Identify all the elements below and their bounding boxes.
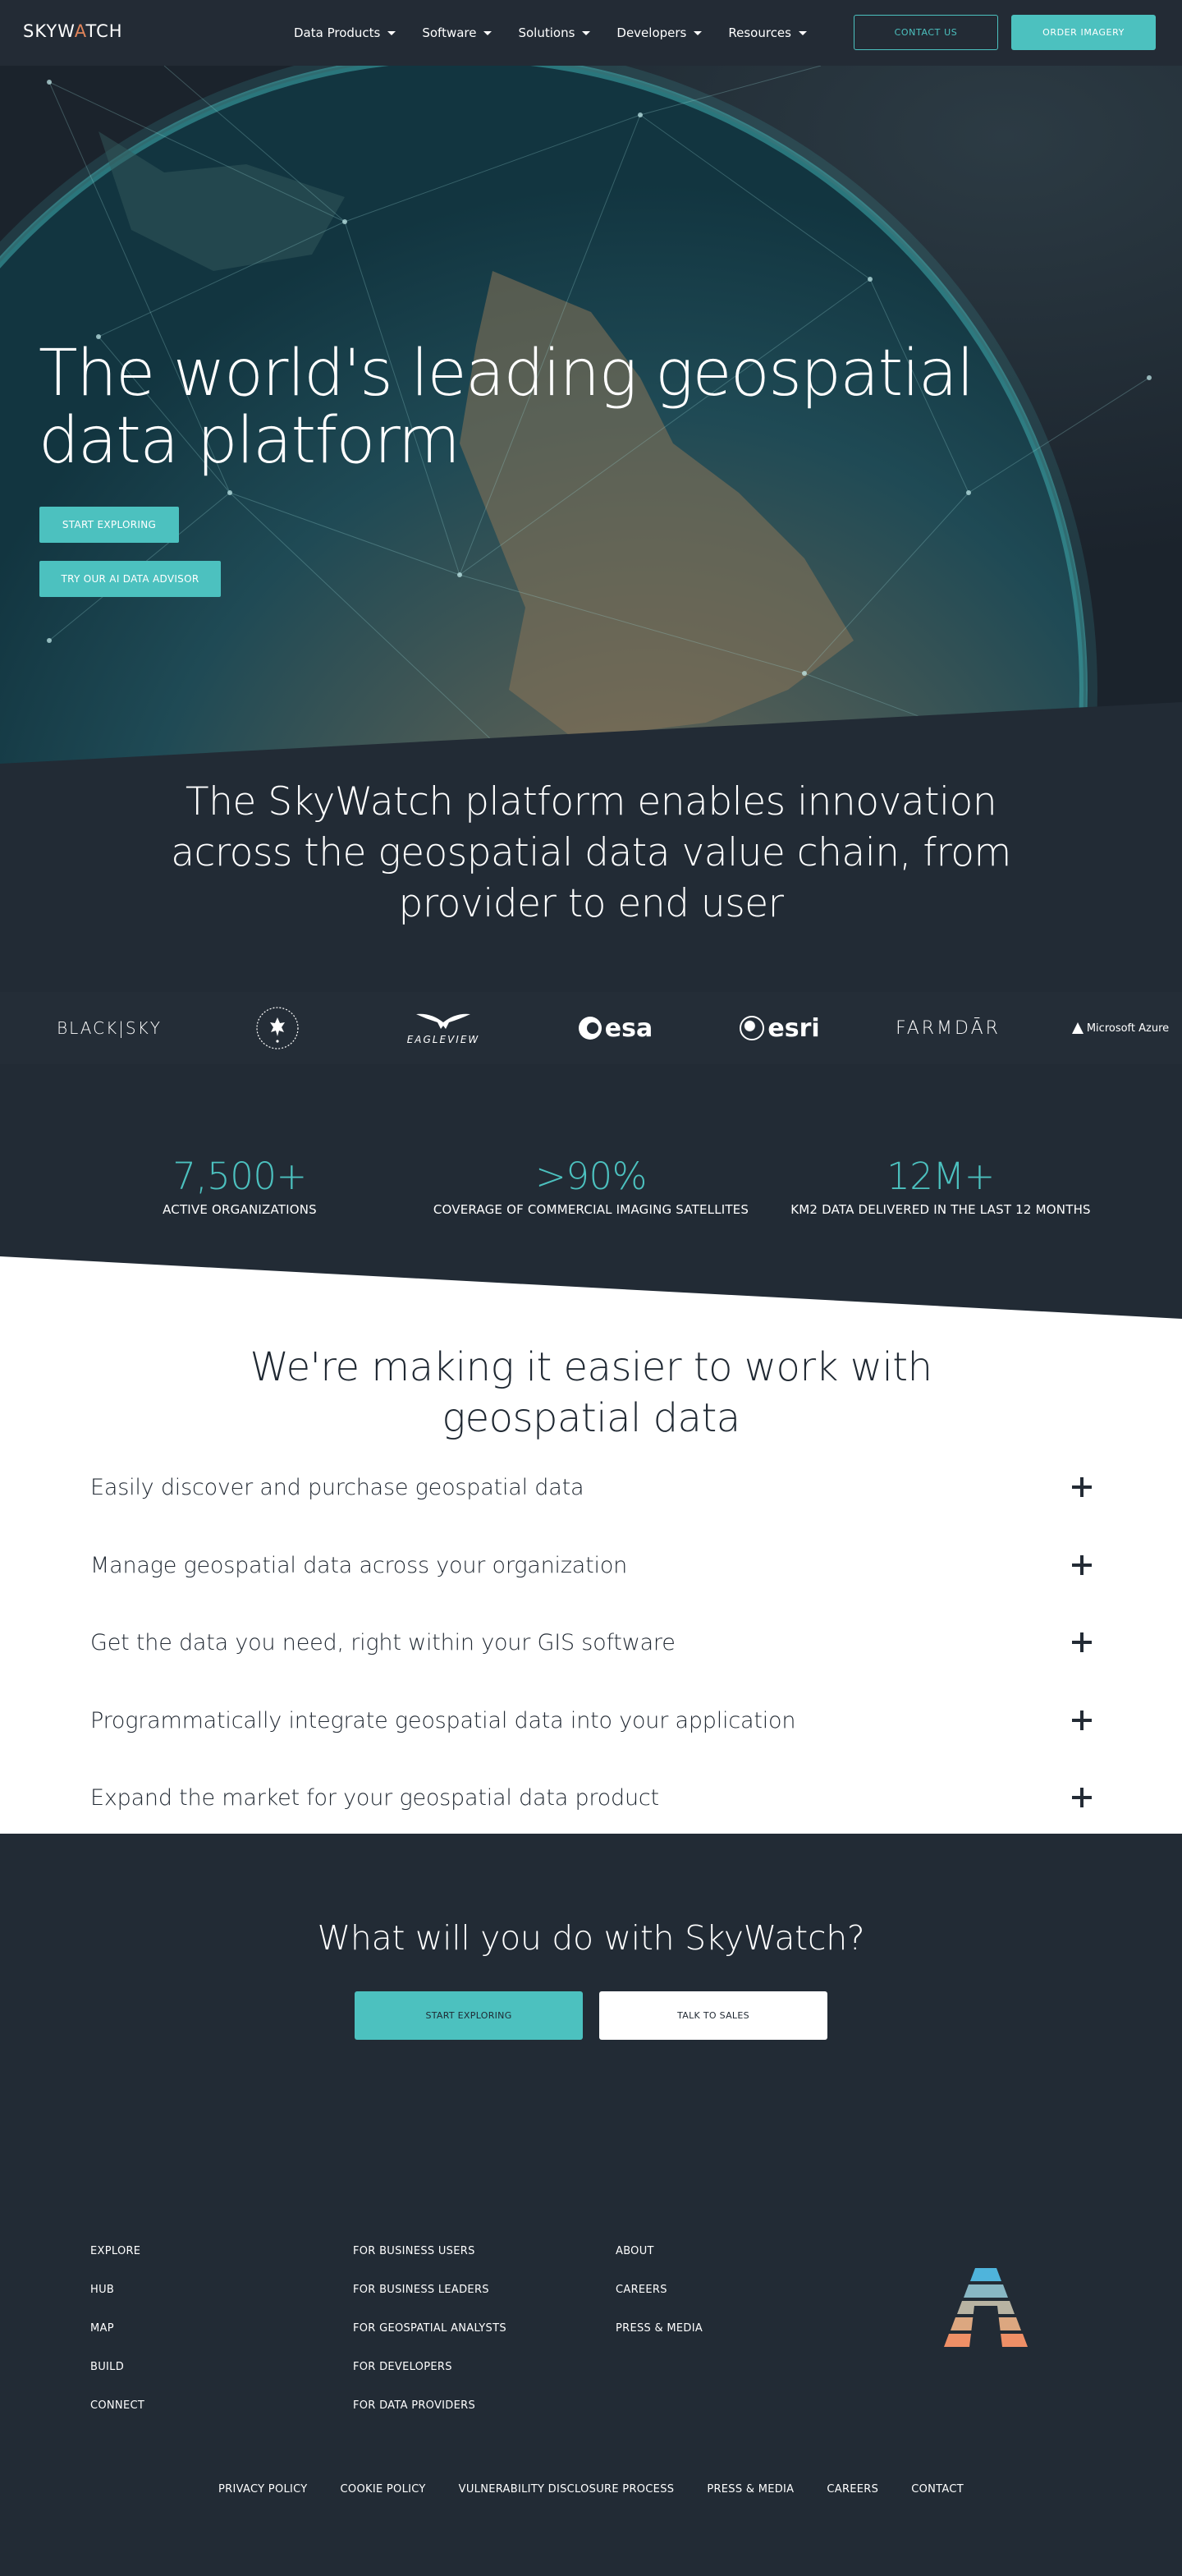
footer-link-developers[interactable]: FOR DEVELOPERS <box>353 2351 506 2390</box>
skywatch-a-icon <box>944 2268 1028 2347</box>
menu-label: Solutions <box>518 25 575 40</box>
azure-text: Microsoft Azure <box>1086 1022 1170 1035</box>
footer-link-press-media-bottom[interactable]: PRESS & MEDIA <box>690 2483 810 2496</box>
esri-logo: esri <box>735 992 825 1064</box>
farmdar-logo: FARMDĀR <box>896 1017 1001 1039</box>
stat-satellite-coverage: >90% COVERAGE OF COMMERCIAL IMAGING SATE… <box>427 1155 755 1217</box>
footer-link-privacy-policy[interactable]: PRIVACY POLICY <box>202 2483 324 2496</box>
footer-link-business-leaders[interactable]: FOR BUSINESS LEADERS <box>353 2274 506 2312</box>
accordion-item-expand-market[interactable]: Expand the market for your geospatial da… <box>90 1773 1092 1822</box>
footer-link-business-users[interactable]: FOR BUSINESS USERS <box>353 2235 506 2274</box>
globe-icon <box>740 1016 765 1040</box>
menu-solutions[interactable]: Solutions <box>518 25 591 40</box>
hero-section: The world's leading geospatial data plat… <box>0 66 1182 772</box>
eagle-icon <box>416 1013 470 1029</box>
menu-label: Data Products <box>294 25 381 40</box>
cta-heading: What will you do with SkyWatch? <box>317 1918 865 1958</box>
eagleview-text: EAGLEVIEW <box>406 1034 480 1045</box>
footer-link-about[interactable]: ABOUT <box>616 2235 703 2274</box>
blacksky-logo: BLACK|SKY <box>57 1018 162 1038</box>
logo-text-end: TCH <box>85 21 123 41</box>
esa-circle-icon <box>578 1017 602 1040</box>
footer-link-press-media[interactable]: PRESS & MEDIA <box>616 2312 703 2351</box>
accordion-label: Manage geospatial data across your organ… <box>90 1552 628 1578</box>
azure-icon <box>1071 1022 1084 1034</box>
stat-active-organizations: 7,500+ ACTIVE ORGANIZATIONS <box>76 1155 404 1217</box>
platform-heading: The SkyWatch platform enables innovation… <box>171 779 1011 926</box>
footer-link-contact[interactable]: CONTACT <box>895 2483 980 2496</box>
stat-label: KM2 DATA DELIVERED IN THE LAST 12 MONTHS <box>790 1202 1091 1217</box>
footer-link-connect[interactable]: CONNECT <box>90 2390 144 2428</box>
chevron-down-icon <box>694 30 703 35</box>
esa-logo: esa <box>566 992 665 1064</box>
contact-us-button[interactable]: CONTACT US <box>854 15 998 50</box>
hero-title: The world's leading geospatial data plat… <box>39 337 974 478</box>
esri-text: esri <box>767 1013 820 1043</box>
plus-icon[interactable] <box>1072 1710 1092 1730</box>
footer-legal-links: PRIVACY POLICY COOKIE POLICY VULNERABILI… <box>0 2483 1182 2496</box>
skywatch-logo[interactable]: SKYWATCH <box>23 21 123 41</box>
footer-link-vulnerability-disclosure[interactable]: VULNERABILITY DISCLOSURE PROCESS <box>442 2483 691 2496</box>
talk-to-sales-button[interactable]: TALK TO SALES <box>599 1991 827 2040</box>
top-navigation: SKYWATCH Data Products Software Solution… <box>0 0 1182 66</box>
stat-value: >90% <box>535 1155 647 1198</box>
plus-icon[interactable] <box>1072 1477 1092 1497</box>
chevron-down-icon <box>387 30 396 35</box>
stat-data-delivered: 12M+ KM2 DATA DELIVERED IN THE LAST 12 M… <box>777 1155 1105 1217</box>
csa-logo <box>236 992 318 1064</box>
menu-data-products[interactable]: Data Products <box>294 25 396 40</box>
ai-data-advisor-button[interactable]: TRY OUR AI DATA ADVISOR <box>39 561 221 597</box>
start-exploring-button[interactable]: START EXPLORING <box>39 507 179 543</box>
footer-link-explore[interactable]: EXPLORE <box>90 2235 144 2274</box>
eagleview-logo: EAGLEVIEW <box>386 992 501 1064</box>
accordion-label: Expand the market for your geospatial da… <box>90 1784 659 1811</box>
menu-label: Resources <box>728 25 791 40</box>
footer-link-cookie-policy[interactable]: COOKIE POLICY <box>324 2483 442 2496</box>
footer-link-build[interactable]: BUILD <box>90 2351 144 2390</box>
plus-icon[interactable] <box>1072 1788 1092 1807</box>
plus-icon[interactable] <box>1072 1555 1092 1575</box>
chevron-down-icon <box>483 30 492 35</box>
esa-text: esa <box>604 1013 653 1043</box>
footer-column-products: EXPLORE HUB MAP BUILD CONNECT <box>90 2235 144 2428</box>
chevron-down-icon <box>582 30 591 35</box>
stat-value: 12M+ <box>886 1155 995 1198</box>
accordion-label: Programmatically integrate geospatial da… <box>90 1707 796 1733</box>
accordion-label: Easily discover and purchase geospatial … <box>90 1474 584 1500</box>
footer-link-data-providers[interactable]: FOR DATA PROVIDERS <box>353 2390 506 2428</box>
accordion-item-gis[interactable]: Get the data you need, right within your… <box>90 1618 1092 1667</box>
footer-link-careers[interactable]: CAREERS <box>616 2274 703 2312</box>
microsoft-azure-logo: Microsoft Azure <box>1063 992 1178 1064</box>
menu-label: Software <box>422 25 477 40</box>
menu-label: Developers <box>616 25 687 40</box>
logo-text-start: SKYW <box>23 21 75 41</box>
menu-developers[interactable]: Developers <box>616 25 703 40</box>
footer-link-hub[interactable]: HUB <box>90 2274 144 2312</box>
main-menu: Data Products Software Solutions Develop… <box>294 0 833 66</box>
order-imagery-button[interactable]: ORDER IMAGERY <box>1011 15 1156 50</box>
accordion-item-integrate[interactable]: Programmatically integrate geospatial da… <box>90 1696 1092 1745</box>
menu-resources[interactable]: Resources <box>728 25 807 40</box>
partner-logos-strip: BLACK|SKY EAGLEVIEW esa esri FARMDĀR Mic… <box>0 992 1182 1064</box>
logo-text-accent: A <box>74 21 86 41</box>
plus-icon[interactable] <box>1072 1632 1092 1652</box>
stat-label: ACTIVE ORGANIZATIONS <box>163 1202 317 1217</box>
csa-emblem-icon <box>256 1007 299 1049</box>
features-heading: We're making it easier to work with geos… <box>250 1344 932 1441</box>
accordion-item-manage[interactable]: Manage geospatial data across your organ… <box>90 1541 1092 1590</box>
footer-column-company: ABOUT CAREERS PRESS & MEDIA <box>616 2235 703 2351</box>
menu-software[interactable]: Software <box>422 25 492 40</box>
accordion-item-discover[interactable]: Easily discover and purchase geospatial … <box>90 1462 1092 1512</box>
footer-link-map[interactable]: MAP <box>90 2312 144 2351</box>
stat-value: 7,500+ <box>172 1155 307 1198</box>
cta-start-exploring-button[interactable]: START EXPLORING <box>355 1991 583 2040</box>
chevron-down-icon <box>798 30 807 35</box>
accordion-label: Get the data you need, right within your… <box>90 1629 676 1655</box>
stat-label: COVERAGE OF COMMERCIAL IMAGING SATELLITE… <box>433 1202 749 1217</box>
footer-column-audiences: FOR BUSINESS USERS FOR BUSINESS LEADERS … <box>353 2235 506 2428</box>
footer-link-geospatial-analysts[interactable]: FOR GEOSPATIAL ANALYSTS <box>353 2312 506 2351</box>
footer-link-careers-bottom[interactable]: CAREERS <box>810 2483 895 2496</box>
